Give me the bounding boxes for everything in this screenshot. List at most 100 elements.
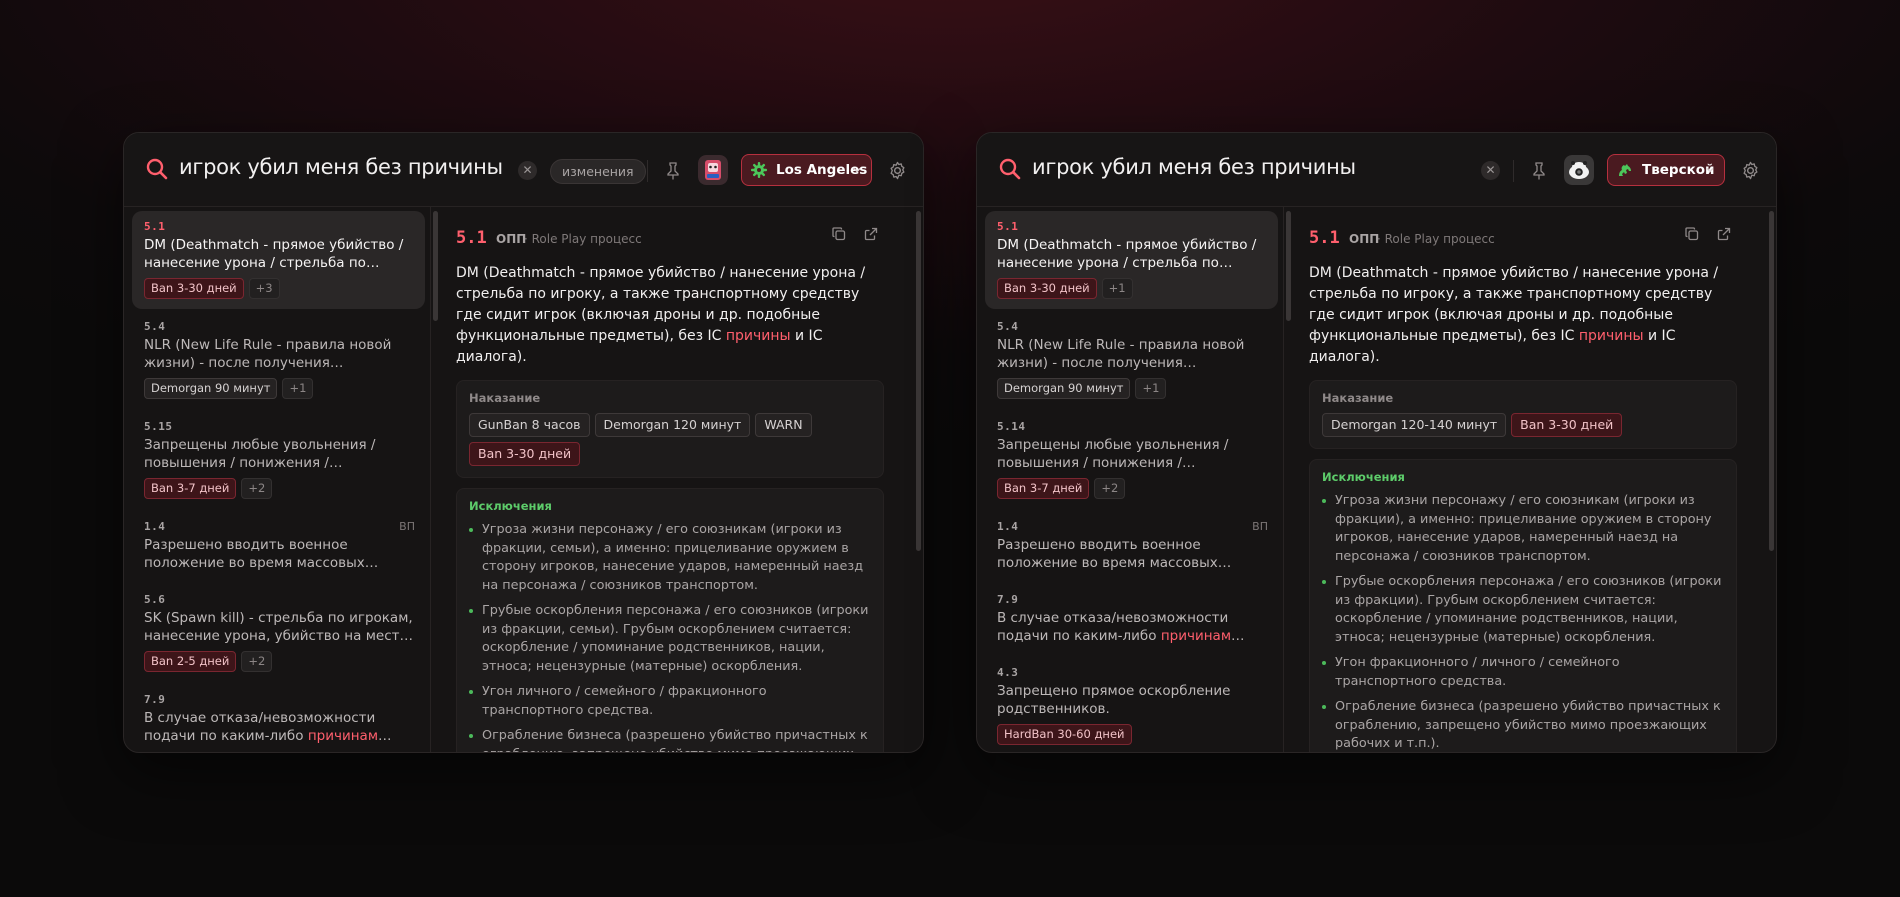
- list-item[interactable]: 5.15 Запрещены любые увольнения / повышен…: [132, 411, 425, 509]
- list-item[interactable]: 1.4 ВП Разрешено вводить военное положение…: [132, 511, 425, 582]
- rule-code: 1.4: [997, 520, 1019, 533]
- pin-icon[interactable]: [1531, 162, 1547, 180]
- rule-code: 5.4: [997, 320, 1019, 333]
- rules-search-window-los-angeles: игрок убил меня без причины ✕ изменения …: [123, 132, 924, 753]
- punishment-badge: Ban 3-7 дней: [144, 478, 237, 499]
- list-item[interactable]: 5.6 SK (Spawn kill) - стрельба по игрокам…: [132, 584, 425, 682]
- clear-search-button[interactable]: ✕: [518, 161, 537, 180]
- more-count-badge: +2: [1094, 478, 1126, 499]
- rule-title: В случае отказа/невозможности подачи по …: [997, 609, 1266, 645]
- results-list: 5.1 DM (Deathmatch - прямое убийство / на…: [985, 211, 1278, 751]
- server-name: Тверской: [1642, 162, 1715, 178]
- rule-code: 5.1: [997, 220, 1019, 233]
- rule-title: DM (Deathmatch - прямое убийство / нанес…: [144, 236, 413, 272]
- clear-search-button[interactable]: ✕: [1481, 161, 1500, 180]
- punishment-badge: WARN: [755, 413, 812, 437]
- text-part: NLR (New Life Rule - правила новой жизни…: [997, 337, 1245, 371]
- open-external-icon[interactable]: [1717, 227, 1731, 241]
- list-scrollbar[interactable]: [430, 207, 440, 752]
- toolbar-divider: [1513, 160, 1514, 182]
- rule-title: Запрещено прямое оскорбление родственник…: [997, 682, 1266, 718]
- green-gear-icon: [751, 162, 767, 178]
- list-item[interactable]: 5.4 NLR (New Life Rule - правила новой жи…: [132, 311, 425, 409]
- punishment-box: Наказание Demorgan 120-140 минут Ban 3-30…: [1309, 380, 1737, 449]
- detail-scrollbar[interactable]: [916, 207, 922, 752]
- text-part: DM (Deathmatch - прямое убийство / нанес…: [997, 237, 1257, 271]
- list-item[interactable]: 5.4 NLR (New Life Rule - правила новой жи…: [985, 311, 1278, 409]
- rule-description: DM (Deathmatch - прямое убийство / нанес…: [456, 263, 884, 368]
- avatar[interactable]: [698, 155, 728, 185]
- rule-description: DM (Deathmatch - прямое убийство / нанес…: [1309, 263, 1737, 368]
- exception-item: Угроза жизни персонажу / его союзникам (…: [1322, 492, 1724, 566]
- text-part: SK (Spawn kill) - стрельба по игрокам, н…: [144, 610, 413, 644]
- exceptions-list: Угроза жизни персонажу / его союзникам (…: [1322, 492, 1724, 752]
- punishment-badge: Ban 3-30 дней: [144, 278, 244, 299]
- punishment-badge: HardBan 30-60 дней: [997, 724, 1132, 745]
- exception-item: Ограбление бизнеса (разрешено убийство п…: [1322, 698, 1724, 752]
- highlight-match: причинам: [307, 728, 379, 744]
- open-external-icon[interactable]: [864, 227, 878, 241]
- punishment-tags: Ban 3-30 дней +3: [144, 278, 413, 299]
- server-selector[interactable]: Тверской: [1607, 154, 1725, 186]
- punishment-badge: Demorgan 90 минут: [144, 378, 278, 399]
- rule-code: 4.3: [997, 666, 1019, 679]
- list-scrollbar[interactable]: [1283, 207, 1293, 752]
- toolbar-divider: [647, 160, 648, 182]
- category-badge: ВП: [399, 520, 415, 533]
- list-item[interactable]: 7.9 В случае отказа/невозможности подачи …: [985, 584, 1278, 655]
- exception-item: Грубые оскорбления персонажа / его союзн…: [469, 602, 871, 676]
- copy-icon[interactable]: [832, 227, 846, 241]
- rule-code: 1.4: [144, 520, 166, 533]
- search-bar: игрок убил меня без причины ✕ изменения …: [124, 133, 923, 207]
- rule-subsection: · Role Play процесс: [1377, 232, 1495, 246]
- list-item[interactable]: 5.1 DM (Deathmatch - прямое убийство / на…: [132, 211, 425, 309]
- punishment-badge: Ban 3-30 дней: [997, 278, 1097, 299]
- pin-icon[interactable]: [665, 162, 681, 180]
- rule-title: Запрещены любые увольнения / повышения /…: [144, 436, 413, 472]
- punishment-badge: Ban 3-30 дней: [469, 442, 581, 466]
- settings-gear-icon[interactable]: [1741, 161, 1760, 180]
- text-part: Запрещены любые увольнения / повышения /…: [144, 437, 376, 471]
- rule-code: 5.1: [144, 220, 166, 233]
- detail-scrollbar[interactable]: [1769, 207, 1775, 752]
- list-item[interactable]: 7.9 В случае отказа/невозможности подачи …: [132, 684, 425, 751]
- green-horse-icon: [1619, 164, 1631, 176]
- highlight-match: причины: [725, 328, 791, 344]
- text-part: NLR (New Life Rule - правила новой жизни…: [144, 337, 392, 371]
- exceptions-box: Исключения Угроза жизни персонажу / его …: [456, 488, 884, 752]
- exceptions-list: Угроза жизни персонажу / его союзникам (…: [469, 521, 871, 752]
- list-item[interactable]: 1.4 ВП Разрешено вводить военное положение…: [985, 511, 1278, 582]
- exception-item: Ограбление бизнеса (разрешено убийство п…: [469, 727, 871, 752]
- highlight-match: причины: [1578, 328, 1644, 344]
- exception-item: Грубые оскорбления персонажа / его союзн…: [1322, 573, 1724, 647]
- search-input[interactable]: игрок убил меня без причины: [179, 155, 503, 179]
- rule-code: 5.4: [144, 320, 166, 333]
- exception-item: Угон личного / семейного / фракционного …: [469, 683, 871, 720]
- rule-title: Разрешено вводить военное положение во в…: [144, 536, 413, 572]
- rule-code: 7.9: [144, 693, 166, 706]
- search-input[interactable]: игрок убил меня без причины: [1032, 155, 1356, 179]
- settings-gear-icon[interactable]: [888, 161, 907, 180]
- punishment-tags: Demorgan 90 минут +1: [144, 378, 413, 399]
- more-count-badge: +1: [282, 378, 314, 399]
- exception-item: Угон фракционного / личного / семейного …: [1322, 654, 1724, 691]
- chevron-down-icon: [853, 168, 861, 173]
- rule-number: 5.1: [456, 228, 487, 248]
- exceptions-box: Исключения Угроза жизни персонажу / его …: [1309, 459, 1737, 752]
- punishment-tags: HardBan 30-60 дней: [997, 724, 1266, 745]
- rule-title: NLR (New Life Rule - правила новой жизни…: [997, 336, 1266, 372]
- list-item[interactable]: 5.1 DM (Deathmatch - прямое убийство / на…: [985, 211, 1278, 309]
- changes-button[interactable]: изменения: [550, 159, 646, 184]
- server-selector[interactable]: Los Angeles: [741, 154, 872, 186]
- more-count-badge: +1: [1135, 378, 1167, 399]
- list-item[interactable]: 4.3 Запрещено прямое оскорбление родствен…: [985, 657, 1278, 751]
- punishment-badge: Ban 3-7 дней: [997, 478, 1090, 499]
- search-icon: [146, 158, 168, 180]
- more-count-badge: +3: [248, 278, 280, 299]
- avatar[interactable]: [1564, 155, 1594, 185]
- rule-subsection: · Role Play процесс: [524, 232, 642, 246]
- rule-title: SK (Spawn kill) - стрельба по игрокам, н…: [144, 609, 413, 645]
- list-item[interactable]: 5.14 Запрещены любые увольнения / повышен…: [985, 411, 1278, 509]
- punishment-box: Наказание GunBan 8 часов Demorgan 120 мин…: [456, 380, 884, 478]
- copy-icon[interactable]: [1685, 227, 1699, 241]
